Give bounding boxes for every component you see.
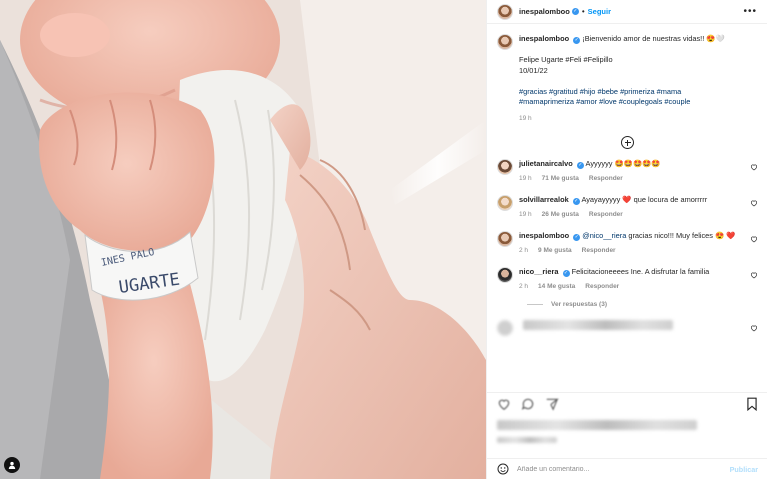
follow-button[interactable]: Seguir	[588, 7, 611, 16]
avatar[interactable]	[497, 195, 513, 211]
post-date	[497, 437, 557, 443]
comment-likes[interactable]: 26 Me gusta	[542, 210, 579, 221]
caption-line	[519, 76, 736, 87]
verified-badge-icon: ✓	[571, 8, 579, 15]
avatar[interactable]	[497, 34, 513, 50]
comment-likes[interactable]: 9 Me gusta	[538, 246, 572, 257]
post-header: inespalomboo ✓ • Seguir •••	[487, 0, 767, 24]
post-actions-bar	[487, 392, 767, 414]
likes-summary	[497, 420, 697, 430]
caption-time: 19 h	[519, 114, 532, 122]
comment-item: inespalomboo ✓ @nico__riera gracias nico…	[497, 231, 758, 256]
caption-username[interactable]: inespalomboo	[519, 34, 569, 43]
heart-outline-icon[interactable]	[750, 324, 758, 332]
verified-badge-icon: ✓	[573, 234, 581, 241]
reply-button[interactable]: Responder	[589, 174, 623, 185]
comment-likes[interactable]: 14 Me gusta	[538, 282, 575, 293]
comment-time: 19 h	[519, 174, 532, 182]
blurred-date-text	[497, 437, 557, 443]
plus-circle-icon[interactable]	[621, 136, 634, 149]
comment-text: Felicitacioneeees Ine. A disfrutar la fa…	[571, 267, 710, 276]
heart-outline-icon[interactable]	[750, 271, 758, 279]
post-caption: inespalomboo ✓ ¡Bienvenido amor de nuest…	[497, 34, 758, 124]
replies-divider	[527, 304, 543, 305]
blurred-comment-text	[523, 320, 673, 330]
avatar[interactable]	[497, 231, 513, 247]
author-username[interactable]: inespalomboo	[519, 7, 570, 16]
blurred-likes-text	[497, 420, 697, 430]
verified-badge-icon: ✓	[573, 37, 581, 44]
verified-badge-icon: ✓	[562, 270, 570, 277]
user-tag-icon[interactable]	[4, 457, 20, 473]
caption-hashtags[interactable]: #gracias #gratitud #hijo #bebe #primeriz…	[519, 87, 736, 98]
avatar[interactable]	[497, 159, 513, 175]
publish-button[interactable]: Publicar	[730, 465, 758, 474]
comment-username[interactable]: nico__riera	[519, 267, 558, 276]
heart-outline-icon[interactable]	[750, 163, 758, 171]
comment-username[interactable]: julietanaircalvo	[519, 159, 573, 168]
verified-badge-icon: ✓	[572, 198, 580, 205]
add-comment-bar: Publicar	[487, 458, 767, 479]
comment-mention[interactable]: @nico__riera	[582, 231, 626, 240]
dot-separator: •	[581, 7, 585, 16]
emoji-icon[interactable]	[497, 463, 509, 475]
caption-hashtags[interactable]: #mamaprimeriza #amor #love #couplegoals …	[519, 97, 736, 108]
load-more-comments	[497, 136, 758, 149]
caption-line: 10/01/22	[519, 65, 548, 75]
blurred-comment	[497, 318, 758, 342]
comment-item: solvillarrealok ✓ Ayayayyyyy ❤️ que locu…	[497, 195, 758, 220]
avatar[interactable]	[497, 3, 513, 20]
reply-button[interactable]: Responder	[589, 210, 623, 221]
heart-outline-icon[interactable]	[750, 235, 758, 243]
bookmark-icon[interactable]	[746, 397, 758, 411]
heart-outline-icon[interactable]	[750, 199, 758, 207]
avatar	[497, 320, 513, 336]
caption-line: ¡Bienvenido amor de nuestras vidas!! 😍🤍	[582, 34, 725, 43]
comment-username[interactable]: solvillarrealok	[519, 195, 569, 204]
comment-likes[interactable]: 71 Me gusta	[542, 174, 579, 185]
comment-item: nico__riera ✓ Felicitacioneeees Ine. A d…	[497, 267, 758, 292]
more-dots-icon[interactable]: •••	[743, 6, 757, 17]
comment-time: 2 h	[519, 246, 529, 254]
comment-icon[interactable]	[521, 397, 535, 411]
view-replies-label: Ver respuestas (3)	[551, 301, 608, 308]
comment-input[interactable]	[517, 465, 730, 473]
heart-outline-icon[interactable]	[497, 397, 511, 411]
comment-time: 2 h	[519, 282, 529, 290]
view-replies-button[interactable]: Ver respuestas (3)	[527, 301, 758, 308]
comment-item: julietanaircalvo ✓ Ayyyyyy 🤩🤩🤩🤩🤩 19 h 71…	[497, 159, 758, 184]
post-photo[interactable]: UGARTE INES PALO	[0, 0, 486, 479]
comment-text: gracias nico!!! Muy felices 😍 ❤️	[626, 231, 736, 240]
comment-time: 19 h	[519, 210, 532, 218]
comment-text: Ayyyyyy 🤩🤩🤩🤩🤩	[585, 159, 661, 168]
post-sidebar: inespalomboo ✓ • Seguir ••• inespalomboo…	[486, 0, 767, 479]
comment-text: Ayayayyyyy ❤️ que locura de amorrrrr	[581, 195, 708, 204]
reply-button[interactable]: Responder	[585, 282, 619, 293]
avatar[interactable]	[497, 267, 513, 283]
baby-photo-illustration: UGARTE INES PALO	[0, 0, 486, 479]
share-icon[interactable]	[545, 397, 559, 411]
reply-button[interactable]: Responder	[582, 246, 616, 257]
comment-username[interactable]: inespalomboo	[519, 231, 569, 240]
caption-line	[519, 45, 736, 56]
verified-badge-icon: ✓	[576, 162, 584, 169]
caption-line: Felipe Ugarte #Feli #Felipillo	[519, 55, 613, 64]
comments-list[interactable]: inespalomboo ✓ ¡Bienvenido amor de nuest…	[487, 34, 767, 384]
